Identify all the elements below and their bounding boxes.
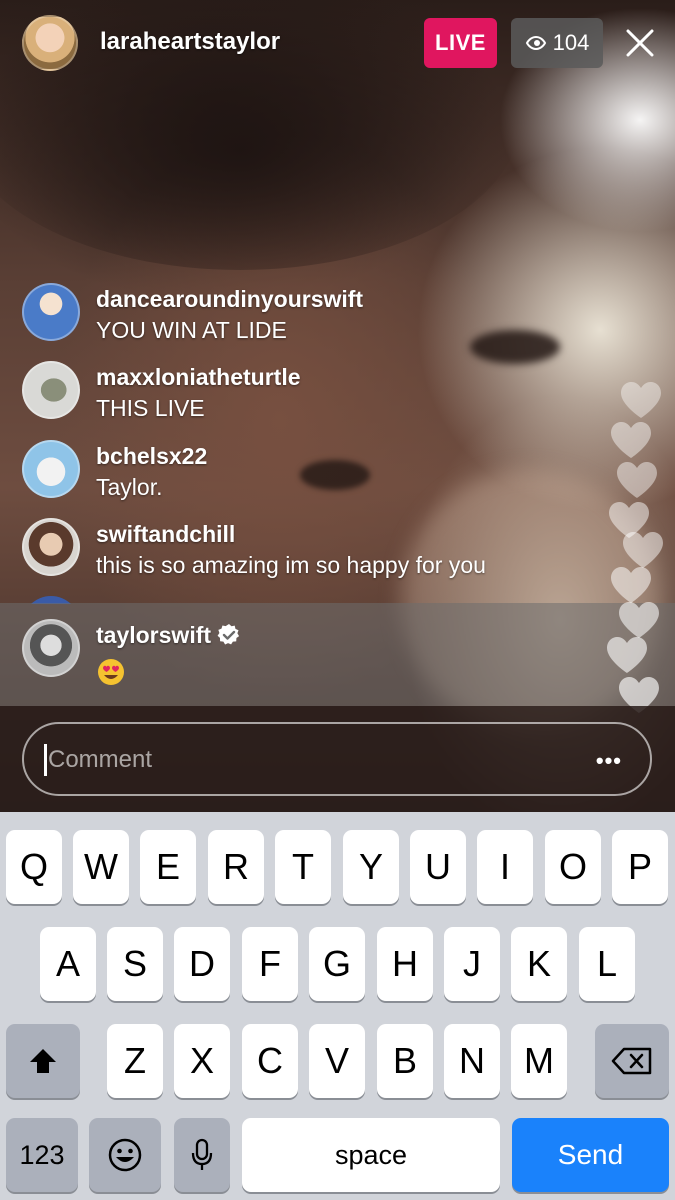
key-d[interactable]: D (174, 927, 230, 1001)
keyboard: Q W E R T Y U I O P A S D F G H J K L Z … (0, 812, 675, 1200)
comment-placeholder: Comment (48, 746, 153, 773)
avatar[interactable] (22, 518, 80, 576)
comment-username[interactable]: bchelsx22 (96, 443, 207, 470)
heart-icon (611, 567, 651, 603)
avatar[interactable] (22, 283, 80, 341)
comment-item[interactable]: dancearoundinyourswift YOU WIN AT LIDE (22, 283, 622, 345)
comment-username[interactable]: swiftandchill (96, 521, 235, 548)
avatar[interactable] (22, 361, 80, 419)
comment-input[interactable]: Comment ••• (22, 722, 652, 796)
key-i[interactable]: I (477, 830, 533, 904)
close-icon[interactable] (620, 23, 660, 63)
eye-icon (525, 35, 546, 51)
heart-icon (611, 422, 651, 458)
heart-eyes-emoji-icon (98, 659, 124, 685)
host-avatar[interactable] (22, 15, 78, 71)
live-badge: LIVE (424, 18, 497, 68)
backspace-icon (611, 1047, 652, 1075)
key-j[interactable]: J (444, 927, 500, 1001)
key-c[interactable]: C (242, 1024, 298, 1098)
heart-icon (617, 462, 657, 498)
avatar[interactable] (22, 440, 80, 498)
avatar[interactable] (22, 619, 80, 677)
send-key[interactable]: Send (512, 1118, 669, 1192)
emoji-icon (108, 1138, 142, 1172)
comment-text: Taylor. (96, 474, 163, 500)
heart-icon (619, 602, 659, 638)
text-caret (44, 744, 47, 776)
pinned-comment[interactable]: taylorswift (22, 619, 622, 685)
comment-item[interactable]: maxxloniatheturtle THIS LIVE (22, 361, 622, 423)
verified-badge-icon (217, 623, 240, 645)
shift-icon (30, 1049, 56, 1073)
key-m[interactable]: M (511, 1024, 567, 1098)
key-q[interactable]: Q (6, 830, 62, 904)
key-b[interactable]: B (377, 1024, 433, 1098)
comment-item[interactable]: bchelsx22 Taylor. (22, 440, 622, 502)
key-n[interactable]: N (444, 1024, 500, 1098)
viewer-count: 104 (552, 30, 590, 55)
key-t[interactable]: T (275, 830, 331, 904)
comment-item[interactable]: swiftandchill this is so amazing im so h… (22, 518, 622, 580)
backspace-key[interactable] (595, 1024, 669, 1098)
key-v[interactable]: V (309, 1024, 365, 1098)
pinned-username[interactable]: taylorswift (96, 622, 211, 648)
key-x[interactable]: X (174, 1024, 230, 1098)
comment-text: THIS LIVE (96, 395, 205, 421)
heart-icon (621, 382, 661, 418)
pinned-comment-panel: taylorswift (0, 603, 675, 706)
key-a[interactable]: A (40, 927, 96, 1001)
key-w[interactable]: W (73, 830, 129, 904)
key-r[interactable]: R (208, 830, 264, 904)
comment-text: YOU WIN AT LIDE (96, 317, 287, 343)
key-o[interactable]: O (545, 830, 601, 904)
emoji-key[interactable] (89, 1118, 161, 1192)
microphone-key[interactable] (174, 1118, 230, 1192)
key-l[interactable]: L (579, 927, 635, 1001)
floating-hearts (595, 380, 675, 720)
heart-icon (623, 532, 663, 568)
key-g[interactable]: G (309, 927, 365, 1001)
numbers-key[interactable]: 123 (6, 1118, 78, 1192)
key-s[interactable]: S (107, 927, 163, 1001)
heart-icon (607, 637, 647, 673)
shift-key[interactable] (6, 1024, 80, 1098)
key-e[interactable]: E (140, 830, 196, 904)
viewer-count-badge[interactable]: 104 (511, 18, 603, 68)
microphone-icon (191, 1138, 213, 1170)
key-f[interactable]: F (242, 927, 298, 1001)
host-username[interactable]: laraheartstaylor (100, 28, 280, 56)
key-p[interactable]: P (612, 830, 668, 904)
key-h[interactable]: H (377, 927, 433, 1001)
key-k[interactable]: K (511, 927, 567, 1001)
key-z[interactable]: Z (107, 1024, 163, 1098)
key-u[interactable]: U (410, 830, 466, 904)
comment-text: this is so amazing im so happy for you (96, 552, 486, 578)
comment-username[interactable]: maxxloniatheturtle (96, 364, 301, 391)
comment-username[interactable]: taylorswift (96, 622, 241, 649)
comment-username[interactable]: dancearoundinyourswift (96, 286, 363, 313)
key-y[interactable]: Y (343, 830, 399, 904)
more-options-button[interactable]: ••• (596, 748, 622, 774)
space-key[interactable]: space (242, 1118, 500, 1192)
